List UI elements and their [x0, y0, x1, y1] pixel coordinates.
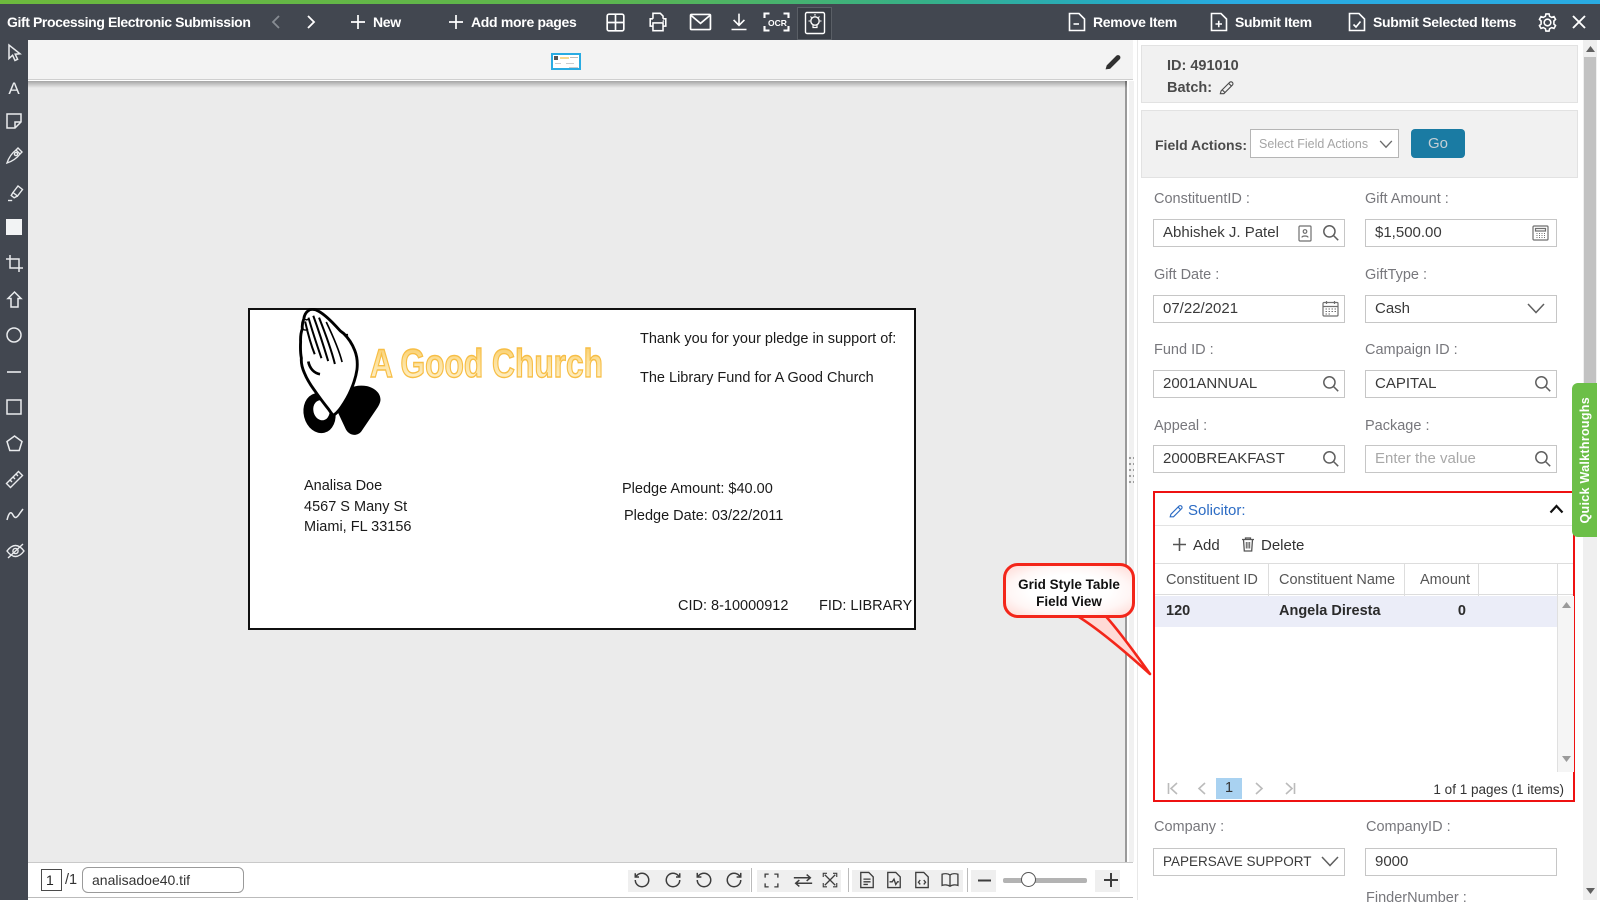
- svg-text:OCR: OCR: [768, 18, 787, 28]
- svg-text:A Good Church: A Good Church: [370, 342, 603, 386]
- svg-text:A: A: [8, 79, 20, 97]
